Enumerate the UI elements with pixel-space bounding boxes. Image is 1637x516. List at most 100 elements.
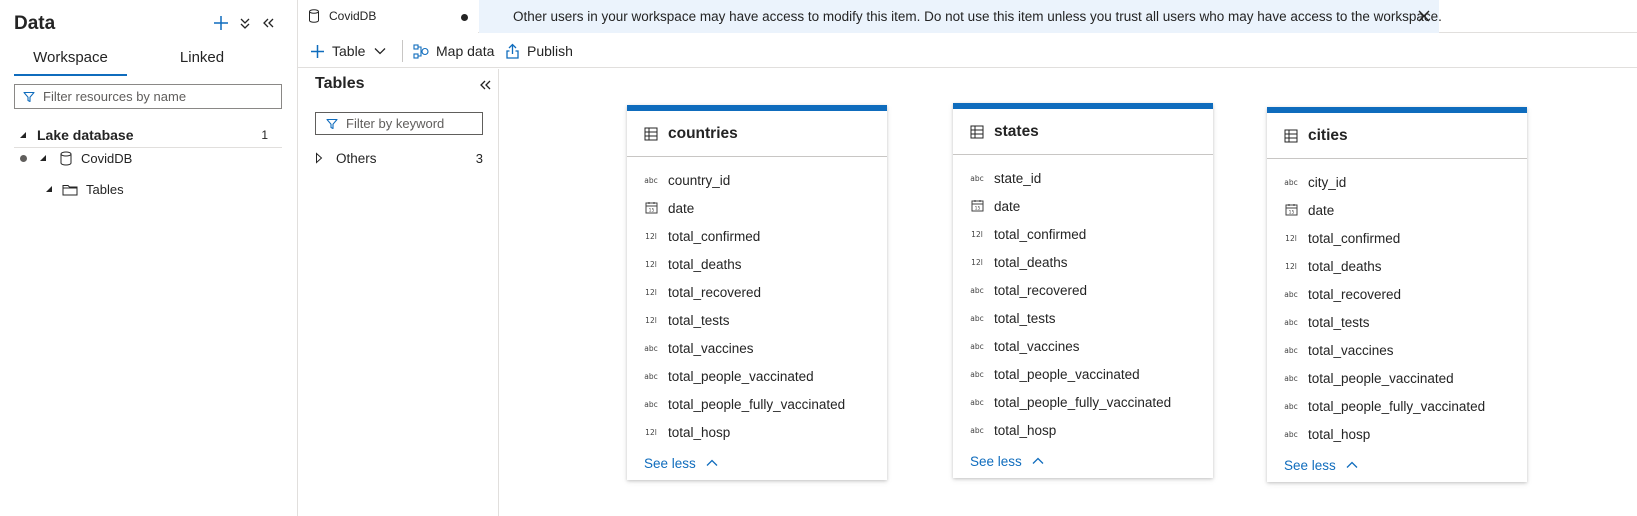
column-row[interactable]: abc total_tests <box>1267 308 1527 336</box>
column-row[interactable]: abc total_people_vaccinated <box>953 360 1213 388</box>
calendar-icon: 15 <box>645 201 657 213</box>
column-name: total_vaccines <box>668 340 754 356</box>
collapse-all-button[interactable] <box>234 12 256 34</box>
column-row[interactable]: 15 date <box>1267 196 1527 224</box>
string-type-icon: abc <box>970 313 984 323</box>
string-type-icon: abc <box>644 175 658 185</box>
tree-item-others[interactable]: Others 3 <box>315 148 483 168</box>
column-row[interactable]: 12l total_confirmed <box>953 220 1213 248</box>
string-type-icon: abc <box>970 397 984 407</box>
table-icon <box>1284 129 1298 142</box>
see-less-link[interactable]: See less <box>953 444 1213 478</box>
add-resource-button[interactable] <box>210 12 232 34</box>
column-name: total_hosp <box>668 424 731 440</box>
map-data-button[interactable]: Map data <box>413 40 494 62</box>
number-type-icon: 12l <box>645 231 657 241</box>
table-card-countries[interactable]: countries abc country_id 15 date 12l total_co… <box>627 105 887 480</box>
tables-pane-title: Tables <box>315 75 365 92</box>
chevron-down-icon <box>375 48 386 55</box>
column-row[interactable]: 12l total_deaths <box>627 250 887 278</box>
tree-item-coviddb[interactable]: CovidDB <box>20 148 132 168</box>
column-row[interactable]: abc total_recovered <box>953 276 1213 304</box>
column-row[interactable]: abc total_hosp <box>1267 420 1527 448</box>
tab-linked[interactable]: Linked <box>154 46 250 76</box>
string-type-icon: abc <box>644 371 658 381</box>
column-row[interactable]: abc total_people_vaccinated <box>627 362 887 390</box>
column-row[interactable]: abc total_vaccines <box>953 332 1213 360</box>
column-name: total_deaths <box>994 254 1068 270</box>
string-type-icon: abc <box>1284 317 1298 327</box>
publish-icon <box>506 43 519 59</box>
table-icon <box>644 127 658 140</box>
filter-resources-input[interactable] <box>43 89 263 104</box>
tab-coviddb[interactable]: CovidDB <box>298 0 478 33</box>
column-row[interactable]: abc city_id <box>1267 168 1527 196</box>
tab-label: CovidDB <box>329 8 377 23</box>
column-row[interactable]: 12l total_deaths <box>1267 252 1527 280</box>
column-row[interactable]: 12l total_confirmed <box>627 222 887 250</box>
column-row[interactable]: abc total_people_fully_vaccinated <box>627 390 887 418</box>
column-name: total_confirmed <box>994 226 1087 242</box>
double-chevron-left-icon[interactable] <box>478 78 492 92</box>
column-row[interactable]: abc total_vaccines <box>1267 336 1527 364</box>
number-type-icon: 12l <box>645 427 657 437</box>
column-row[interactable]: abc country_id <box>627 166 887 194</box>
tab-workspace[interactable]: Workspace <box>14 46 127 76</box>
string-type-icon: abc <box>1284 289 1298 299</box>
column-row[interactable]: 12l total_confirmed <box>1267 224 1527 252</box>
filter-keyword-input[interactable] <box>346 116 476 131</box>
see-less-label: See less <box>1284 457 1336 473</box>
column-row[interactable]: 12l total_deaths <box>953 248 1213 276</box>
column-name: date <box>668 200 695 216</box>
collapse-pane-button[interactable] <box>257 12 279 34</box>
collapsed-caret-icon <box>316 152 323 164</box>
column-row[interactable]: abc total_people_fully_vaccinated <box>1267 392 1527 420</box>
column-row[interactable]: abc total_people_fully_vaccinated <box>953 388 1213 416</box>
column-name: total_people_vaccinated <box>1308 370 1454 386</box>
string-type-icon: abc <box>1284 177 1298 187</box>
column-row[interactable]: 15 date <box>627 194 887 222</box>
add-table-button[interactable]: Table <box>310 40 386 62</box>
svg-text:15: 15 <box>648 207 654 213</box>
svg-text:15: 15 <box>974 205 980 211</box>
column-row[interactable]: abc total_people_vaccinated <box>1267 364 1527 392</box>
column-row[interactable]: 12l total_tests <box>627 306 887 334</box>
column-name: total_recovered <box>668 284 762 300</box>
column-row[interactable]: abc state_id <box>953 164 1213 192</box>
column-row[interactable]: 15 date <box>953 192 1213 220</box>
filter-keyword-field[interactable] <box>315 112 483 135</box>
table-card-states[interactable]: states abc state_id 15 date 12l total_confirm… <box>953 103 1213 478</box>
tree-item-tables[interactable]: Tables <box>44 179 124 199</box>
filter-resources-field[interactable] <box>14 84 282 109</box>
card-title: countries <box>668 124 738 142</box>
add-table-label: Table <box>332 43 366 59</box>
column-name: total_vaccines <box>1308 342 1394 358</box>
tree-item-label: Tables <box>86 181 124 197</box>
see-less-link[interactable]: See less <box>1267 448 1527 482</box>
svg-text:15: 15 <box>1288 209 1294 215</box>
designer-canvas[interactable]: countries abc country_id 15 date 12l total_co… <box>500 69 1637 516</box>
close-icon[interactable] <box>1417 9 1431 23</box>
tree-item-lake-database[interactable]: Lake database 1 <box>14 122 282 148</box>
column-row[interactable]: 12l total_hosp <box>627 418 887 446</box>
number-type-icon: 12l <box>971 257 983 267</box>
column-name: total_vaccines <box>994 338 1080 354</box>
column-name: total_people_vaccinated <box>668 368 814 384</box>
publish-button[interactable]: Publish <box>505 40 573 62</box>
string-type-icon: abc <box>970 369 984 379</box>
card-header: countries <box>627 111 887 157</box>
column-row[interactable]: abc total_vaccines <box>627 334 887 362</box>
column-name: total_hosp <box>994 422 1057 438</box>
map-data-label: Map data <box>436 43 495 59</box>
column-row[interactable]: abc total_hosp <box>953 416 1213 444</box>
column-row[interactable]: abc total_recovered <box>1267 280 1527 308</box>
map-data-icon <box>413 43 429 59</box>
info-banner: Other users in your workspace may have a… <box>479 0 1442 33</box>
expanded-caret-icon <box>40 155 46 161</box>
see-less-link[interactable]: See less <box>627 446 887 480</box>
database-icon <box>309 8 319 23</box>
column-row[interactable]: abc total_tests <box>953 304 1213 332</box>
table-card-cities[interactable]: cities abc city_id 15 date 12l total_confirme… <box>1267 107 1527 482</box>
banner-message: Other users in your workspace may have a… <box>513 9 1442 24</box>
column-row[interactable]: 12l total_recovered <box>627 278 887 306</box>
